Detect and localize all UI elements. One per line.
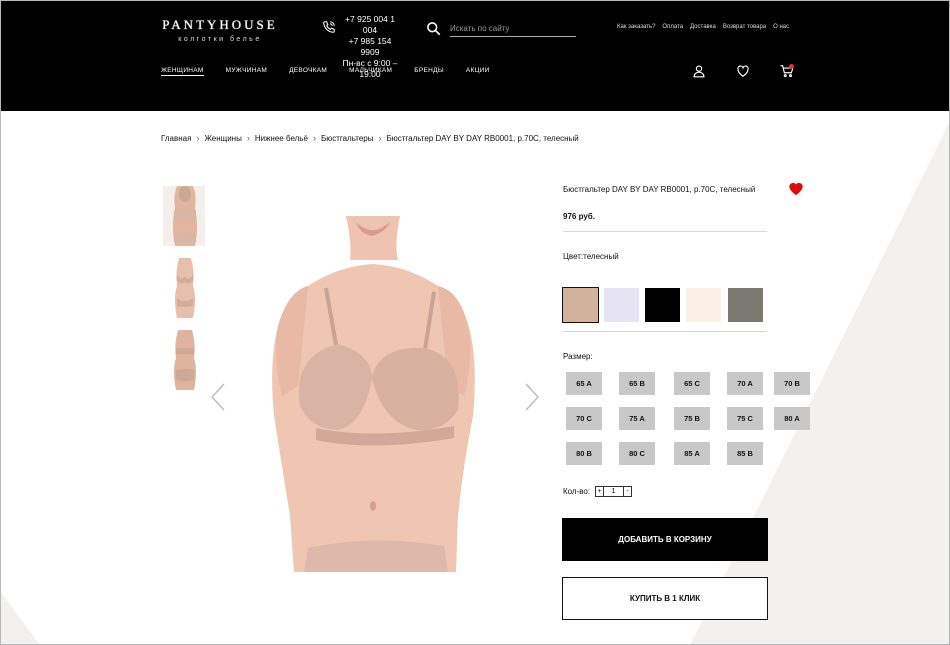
size-option[interactable]: 65 C	[674, 372, 710, 395]
search-icon[interactable]	[426, 21, 441, 36]
site-header: PANTYHOUSE колготки белье +7 925 004 1 0…	[0, 0, 950, 111]
size-option[interactable]: 70 C	[566, 407, 602, 430]
user-icon[interactable]	[692, 64, 706, 78]
chevron-right-icon: ›	[246, 133, 250, 143]
product-price: 976 руб.	[563, 212, 595, 221]
link-about[interactable]: О нас	[773, 24, 789, 30]
thumbnail-back-full[interactable]	[163, 330, 205, 390]
link-how-to-order[interactable]: Как заказать?	[617, 24, 655, 30]
size-option[interactable]: 80 C	[619, 442, 655, 465]
link-payment[interactable]: Оплата	[662, 24, 683, 30]
chevron-right-icon: ›	[196, 133, 200, 143]
nav-boys[interactable]: МАЛЬЧИКАМ	[349, 67, 392, 76]
chevron-right-icon: ›	[378, 133, 382, 143]
product-main-image	[268, 216, 477, 572]
size-option[interactable]: 65 A	[566, 372, 602, 395]
product-title: Бюстгальтер DAY BY DAY RB0001, р.70С, те…	[563, 185, 756, 194]
breadcrumb: Главная › Женщины › Нижнее бельё › Бюстг…	[161, 133, 579, 143]
quantity-minus-button[interactable]: -	[623, 486, 632, 497]
favorite-heart-icon[interactable]	[788, 181, 804, 196]
color-swatch-beige[interactable]	[562, 287, 599, 323]
quantity-input[interactable]	[604, 486, 623, 497]
size-label: Размер:	[563, 352, 593, 361]
size-option[interactable]: 75 B	[674, 407, 710, 430]
search-input[interactable]	[450, 20, 576, 37]
buy-one-click-button[interactable]: КУПИТЬ В 1 КЛИК	[562, 577, 768, 620]
quantity-stepper: + -	[595, 486, 632, 497]
size-option[interactable]: 85 B	[727, 442, 763, 465]
phone-2[interactable]: +7 985 154 9909	[338, 36, 402, 58]
phone-icon	[323, 21, 335, 33]
size-option[interactable]: 85 A	[674, 442, 710, 465]
size-option[interactable]: 70 B	[774, 372, 810, 395]
nav-women[interactable]: ЖЕНЩИНАМ	[161, 67, 204, 76]
breadcrumb-current: Бюстгальтер DAY BY DAY RB0001, р.70С, те…	[386, 133, 579, 143]
chevron-right-icon: ›	[312, 133, 316, 143]
color-swatch-black[interactable]	[645, 288, 680, 322]
quantity-plus-button[interactable]: +	[595, 486, 604, 497]
logo-title: PANTYHOUSE	[162, 17, 278, 32]
breadcrumb-bras[interactable]: Бюстгальтеры	[321, 134, 374, 143]
breadcrumb-home[interactable]: Главная	[161, 134, 191, 143]
size-option[interactable]: 80 B	[566, 442, 602, 465]
link-returns[interactable]: Возврат товара	[723, 24, 766, 30]
add-to-cart-button[interactable]: ДОБАВИТЬ В КОРЗИНУ	[562, 518, 768, 561]
size-option[interactable]: 75 A	[619, 407, 655, 430]
size-option[interactable]: 80 A	[774, 407, 810, 430]
cart-badge	[789, 64, 794, 69]
divider	[563, 231, 767, 232]
next-image-arrow-icon[interactable]	[524, 383, 540, 411]
category-nav: ЖЕНЩИНАМ МУЖЧИНАМ ДЕВОЧКАМ МАЛЬЧИКАМ БРЕ…	[161, 67, 490, 76]
nav-sales[interactable]: АКЦИИ	[466, 67, 490, 76]
nav-girls[interactable]: ДЕВОЧКАМ	[289, 67, 327, 76]
heart-icon[interactable]	[736, 64, 750, 78]
thumbnail-back[interactable]	[163, 186, 205, 246]
phone-1[interactable]: +7 925 004 1 004	[338, 14, 402, 36]
color-swatch-lavender[interactable]	[604, 288, 639, 322]
quantity-label: Кол-во:	[563, 487, 591, 496]
size-option[interactable]: 70 A	[727, 372, 763, 395]
breadcrumb-women[interactable]: Женщины	[204, 134, 241, 143]
link-delivery[interactable]: Доставка	[690, 24, 716, 30]
color-label: Цвет:телесный	[563, 252, 619, 261]
top-links: Как заказать? Оплата Доставка Возврат то…	[617, 24, 789, 30]
prev-image-arrow-icon[interactable]	[210, 383, 226, 411]
logo-subtitle: колготки белье	[178, 36, 262, 43]
thumbnail-front-full[interactable]	[163, 258, 205, 318]
divider	[563, 331, 767, 332]
nav-brands[interactable]: БРЕНДЫ	[414, 67, 444, 76]
logo[interactable]: PANTYHOUSE колготки белье	[158, 17, 282, 43]
nav-men[interactable]: МУЖЧИНАМ	[226, 67, 267, 76]
color-swatch-grey[interactable]	[728, 288, 763, 322]
size-option[interactable]: 75 C	[727, 407, 763, 430]
size-option[interactable]: 65 B	[619, 372, 655, 395]
color-swatch-ivory[interactable]	[686, 288, 721, 322]
breadcrumb-underwear[interactable]: Нижнее бельё	[255, 134, 308, 143]
